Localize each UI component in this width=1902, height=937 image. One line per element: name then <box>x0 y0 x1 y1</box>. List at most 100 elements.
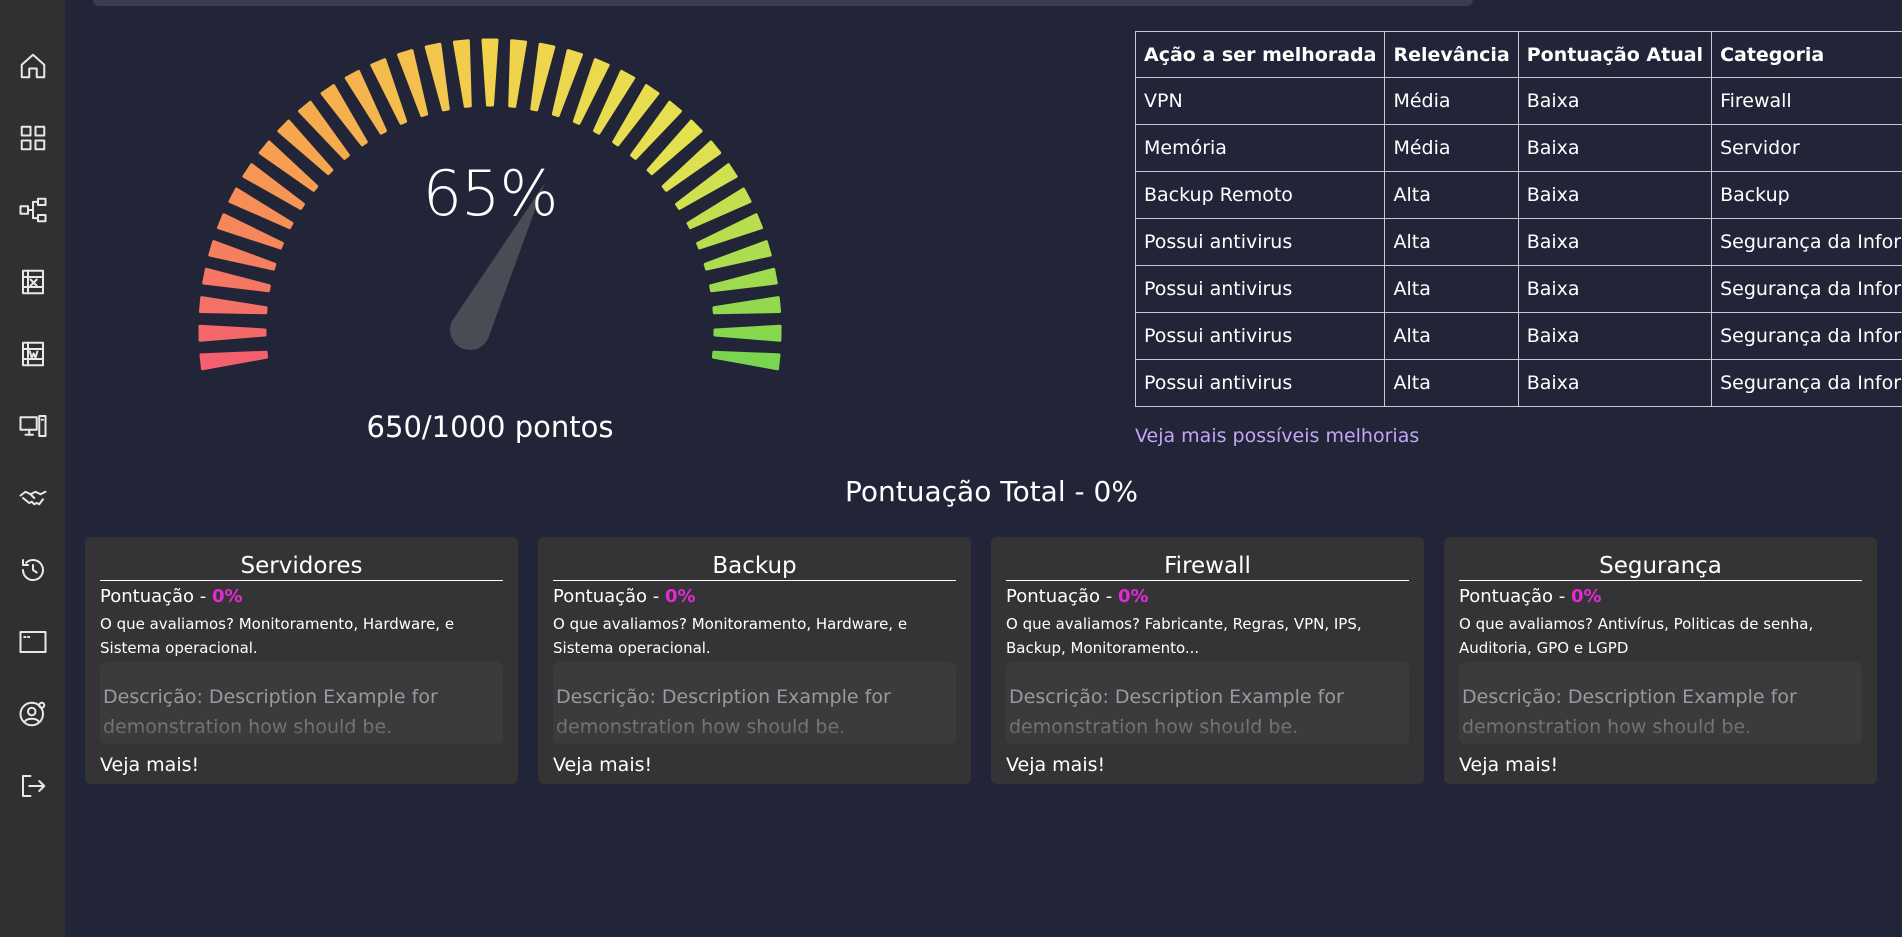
table-cell: Baixa <box>1517 77 1713 125</box>
gauge-tick <box>508 39 528 108</box>
table-cell: Segurança da Informação <box>1711 312 1902 360</box>
table-cell: Backup Remoto <box>1134 171 1386 219</box>
sidebar-item-logout[interactable] <box>0 761 65 811</box>
gauge-tick <box>397 49 429 118</box>
table-row: Possui antivirus Alta Baixa Segurança da… <box>1134 312 1902 360</box>
table-cell: Possui antivirus <box>1134 265 1386 313</box>
category-card-backup: Backup Pontuação - 0% O que avaliamos? M… <box>538 537 971 784</box>
gauge-percent: 65% <box>422 157 559 230</box>
card-score: Pontuação - 0% <box>1006 586 1409 607</box>
gauge-tick <box>198 324 267 342</box>
sidebar-item-word[interactable] <box>0 329 65 379</box>
more-improvements-link[interactable]: Veja mais possíveis melhorias <box>1135 425 1419 447</box>
column-header: Categoria <box>1711 31 1902 78</box>
gauge-tick <box>709 267 778 293</box>
card-more-link[interactable]: Veja mais! <box>1459 754 1862 776</box>
table-cell: Baixa <box>1517 171 1713 219</box>
card-score: Pontuação - 0% <box>100 586 503 607</box>
table-row: Possui antivirus Alta Baixa Segurança da… <box>1134 218 1902 266</box>
card-score: Pontuação - 0% <box>553 586 956 607</box>
card-more-link[interactable]: Veja mais! <box>1006 754 1409 776</box>
table-cell: Média <box>1384 124 1519 172</box>
card-title: Firewall <box>1006 551 1409 581</box>
gauge-tick <box>452 39 472 108</box>
card-evaluation-text: O que avaliamos? Fabricante, Regras, VPN… <box>1006 615 1362 657</box>
sidebar-item-network[interactable] <box>0 185 65 235</box>
table-row: Possui antivirus Alta Baixa Segurança da… <box>1134 265 1902 313</box>
table-cell: Memória <box>1134 124 1386 172</box>
card-description: Descrição: Description Example for demon… <box>1459 662 1862 744</box>
browser-window-icon <box>19 631 46 653</box>
excel-icon <box>21 269 44 295</box>
card-title: Backup <box>553 551 956 581</box>
sidebar-item-history[interactable] <box>0 545 65 595</box>
card-title: Segurança <box>1459 551 1862 581</box>
table-row: Possui antivirus Alta Baixa Segurança da… <box>1134 359 1902 407</box>
home-icon <box>20 53 45 79</box>
table-cell: Possui antivirus <box>1134 218 1386 266</box>
gauge-points: 650/1000 pontos <box>366 410 614 444</box>
devices-icon <box>19 415 46 437</box>
card-evaluation-text: O que avaliamos? Monitoramento, Hardware… <box>553 615 908 657</box>
sidebar-item-partners[interactable] <box>0 473 65 523</box>
card-score-label: Pontuação - <box>1459 586 1572 607</box>
table-cell: Servidor <box>1711 124 1902 172</box>
table-row: Backup Remoto Alta Baixa Backup <box>1134 171 1902 219</box>
card-score: Pontuação - 0% <box>1459 586 1862 607</box>
card-score-label: Pontuação - <box>553 586 666 607</box>
logout-icon <box>21 775 45 797</box>
card-evaluation-text: O que avaliamos? Antivírus, Politicas de… <box>1459 615 1814 657</box>
gauge-tick <box>424 42 450 112</box>
card-more-link[interactable]: Veja mais! <box>553 754 956 776</box>
gauge-tick <box>551 49 583 118</box>
table-cell: Alta <box>1384 218 1519 266</box>
top-strip <box>65 0 1902 8</box>
sidebar-item-dashboard[interactable] <box>0 113 65 163</box>
table-cell: Possui antivirus <box>1134 312 1386 360</box>
sidebar-item-home[interactable] <box>0 41 65 91</box>
gauge-needle-hub <box>450 310 490 350</box>
table-cell: Alta <box>1384 312 1519 360</box>
card-description: Descrição: Description Example for demon… <box>1006 662 1409 744</box>
table-cell: Baixa <box>1517 218 1713 266</box>
table-cell: Possui antivirus <box>1134 359 1386 407</box>
gauge-tick <box>713 324 782 342</box>
table-cell: Alta <box>1384 171 1519 219</box>
table-cell: Baixa <box>1517 312 1713 360</box>
network-icon <box>19 197 46 223</box>
gauge-tick <box>481 38 499 107</box>
gauge-tick <box>712 296 781 315</box>
table-cell: Alta <box>1384 265 1519 313</box>
column-header: Pontuação Atual <box>1517 31 1713 78</box>
sidebar-item-window[interactable] <box>0 617 65 667</box>
table-cell: Baixa <box>1517 265 1713 313</box>
card-title: Servidores <box>100 551 503 581</box>
table-cell: Média <box>1384 77 1519 125</box>
gauge-tick <box>199 350 269 371</box>
column-header: Ação a ser melhorada <box>1134 31 1386 78</box>
card-score-label: Pontuação - <box>1006 586 1119 607</box>
table-header-row: Ação a ser melhorada Relevância Pontuaçã… <box>1134 31 1902 78</box>
card-more-link[interactable]: Veja mais! <box>100 754 503 776</box>
table-cell: Segurança da Informação <box>1711 218 1902 266</box>
improvements-table: Ação a ser melhorada Relevância Pontuaçã… <box>1134 31 1902 407</box>
sidebar-item-user-settings[interactable] <box>0 689 65 739</box>
card-description: Descrição: Description Example for demon… <box>553 662 956 744</box>
table-cell: Baixa <box>1517 124 1713 172</box>
table-cell: Segurança da Informação <box>1711 359 1902 407</box>
card-score-value: 0% <box>1571 586 1602 607</box>
gauge-tick <box>208 240 277 271</box>
horizontal-scrollbar[interactable] <box>93 0 1473 6</box>
card-score-value: 0% <box>1118 586 1149 607</box>
gauge-tick <box>703 240 772 271</box>
gauge-tick <box>202 267 271 293</box>
card-score-value: 0% <box>212 586 243 607</box>
gauge-tick <box>199 296 268 315</box>
table-row: Memória Média Baixa Servidor <box>1134 124 1902 172</box>
dashboard-grid-icon <box>20 125 45 151</box>
sidebar-item-devices[interactable] <box>0 401 65 451</box>
table-cell: Baixa <box>1517 359 1713 407</box>
sidebar-item-excel[interactable] <box>0 257 65 307</box>
table-cell: Segurança da Informação <box>1711 265 1902 313</box>
sidebar <box>0 0 65 937</box>
